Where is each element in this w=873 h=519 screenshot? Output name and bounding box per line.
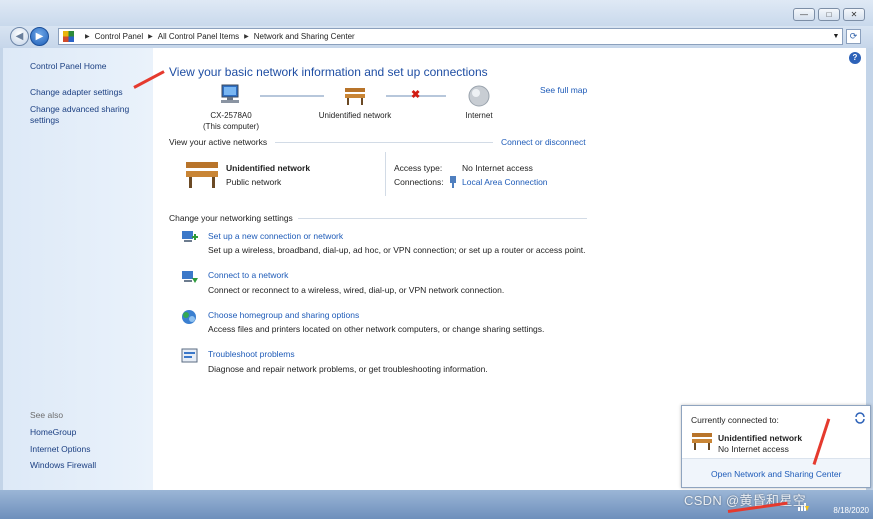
task-homegroup-desc: Access files and printers located on oth… — [208, 324, 545, 334]
forward-button[interactable]: ▶ — [30, 27, 49, 46]
divider — [275, 142, 493, 143]
close-button[interactable]: ✕ — [843, 8, 865, 21]
address-dropdown-icon[interactable]: ▼ — [830, 33, 842, 40]
divider — [385, 152, 386, 196]
sidebar-item-control-panel-home[interactable]: Control Panel Home — [30, 61, 107, 71]
access-type-label: Access type: — [394, 163, 443, 173]
computer-icon — [221, 84, 239, 103]
refresh-network-icon[interactable] — [854, 412, 866, 424]
active-network-name: Unidentified network — [226, 163, 311, 173]
breadcrumb-separator-icon: ▶ — [85, 34, 90, 40]
watermark-text: CSDN @黄昏和星空 — [684, 493, 806, 508]
active-network-type[interactable]: Public network — [226, 177, 281, 187]
sidebar-item-change-adapter-settings[interactable]: Change adapter settings — [30, 87, 140, 97]
local-area-connection-link[interactable]: Local Area Connection — [462, 177, 548, 187]
navigation-bar: ◀ ▶ ▶ Control Panel ▶ All Control Panel … — [0, 26, 873, 48]
see-also-heading: See also — [30, 410, 64, 420]
task-homegroup-link[interactable]: Choose homegroup and sharing options — [208, 310, 359, 320]
open-network-center-link[interactable]: Open Network and Sharing Center — [711, 469, 841, 479]
homegroup-icon — [182, 310, 196, 324]
sidebar: Control Panel Home Change adapter settin… — [3, 48, 153, 490]
see-full-map-link[interactable]: See full map — [540, 85, 587, 95]
active-networks-heading: View your active networks — [169, 137, 268, 147]
map-computer-caption: (This computer) — [202, 122, 259, 131]
troubleshoot-icon — [181, 348, 198, 363]
connections-label: Connections: — [394, 177, 444, 187]
bench-network-icon — [692, 433, 712, 450]
task-setup-connection-desc: Set up a wireless, broadband, dial-up, a… — [208, 245, 586, 255]
flyout-network-status: No Internet access — [718, 444, 789, 454]
flyout-footer: Open Network and Sharing Center — [682, 458, 870, 487]
breadcrumb-all-items[interactable]: All Control Panel Items — [158, 32, 239, 41]
task-setup-connection-link[interactable]: Set up a new connection or network — [208, 231, 343, 241]
network-flyout: Currently connected to: Unidentified net… — [681, 405, 871, 488]
task-connect-network-desc: Connect or reconnect to a wireless, wire… — [208, 285, 505, 295]
new-connection-icon — [182, 231, 198, 242]
map-internet-label: Internet — [465, 111, 493, 120]
connect-or-disconnect-link[interactable]: Connect or disconnect — [501, 137, 586, 147]
connect-network-icon — [182, 271, 198, 283]
maximize-button[interactable]: □ — [818, 8, 840, 21]
sidebar-item-windows-firewall[interactable]: Windows Firewall — [30, 460, 96, 470]
map-network-name: Unidentified network — [318, 111, 392, 120]
disconnected-x-icon: ✖ — [411, 89, 421, 101]
breadcrumb-separator-icon[interactable]: ▶ — [148, 33, 153, 40]
tray-date[interactable]: 8/18/2020 — [833, 506, 869, 515]
flyout-network-name: Unidentified network — [718, 433, 803, 443]
back-button[interactable]: ◀ — [10, 27, 29, 46]
minimize-button[interactable]: — — [793, 8, 815, 21]
page-title: View your basic network information and … — [169, 65, 488, 79]
breadcrumb-separator-icon[interactable]: ▶ — [244, 33, 249, 40]
flyout-title: Currently connected to: — [691, 415, 779, 425]
map-computer-name: CX-2578A0 — [210, 111, 252, 120]
window-title-bar: — □ ✕ — [0, 0, 873, 26]
sidebar-item-homegroup[interactable]: HomeGroup — [30, 427, 76, 437]
networking-settings-heading: Change your networking settings — [169, 213, 293, 223]
map-link-line — [260, 95, 324, 97]
task-troubleshoot-desc: Diagnose and repair network problems, or… — [208, 364, 488, 374]
breadcrumb-control-panel[interactable]: Control Panel — [95, 32, 143, 41]
window-controls: — □ ✕ — [793, 8, 865, 21]
divider — [298, 218, 587, 219]
task-connect-network-link[interactable]: Connect to a network — [208, 270, 288, 280]
sidebar-item-internet-options[interactable]: Internet Options — [30, 444, 90, 454]
address-bar[interactable]: ▶ Control Panel ▶ All Control Panel Item… — [58, 28, 843, 45]
internet-globe-icon — [468, 85, 490, 107]
task-troubleshoot-link[interactable]: Troubleshoot problems — [208, 349, 295, 359]
help-icon[interactable]: ? — [849, 52, 861, 64]
breadcrumb-network-center[interactable]: Network and Sharing Center — [254, 32, 355, 41]
control-panel-icon — [63, 31, 74, 42]
access-type-value: No Internet access — [462, 163, 533, 173]
refresh-button[interactable]: ⟳ — [846, 29, 861, 44]
sidebar-item-change-advanced-sharing[interactable]: Change advanced sharing settings — [30, 104, 140, 126]
bench-network-icon — [345, 88, 365, 105]
ethernet-icon — [450, 176, 456, 188]
bench-network-icon — [186, 162, 218, 188]
